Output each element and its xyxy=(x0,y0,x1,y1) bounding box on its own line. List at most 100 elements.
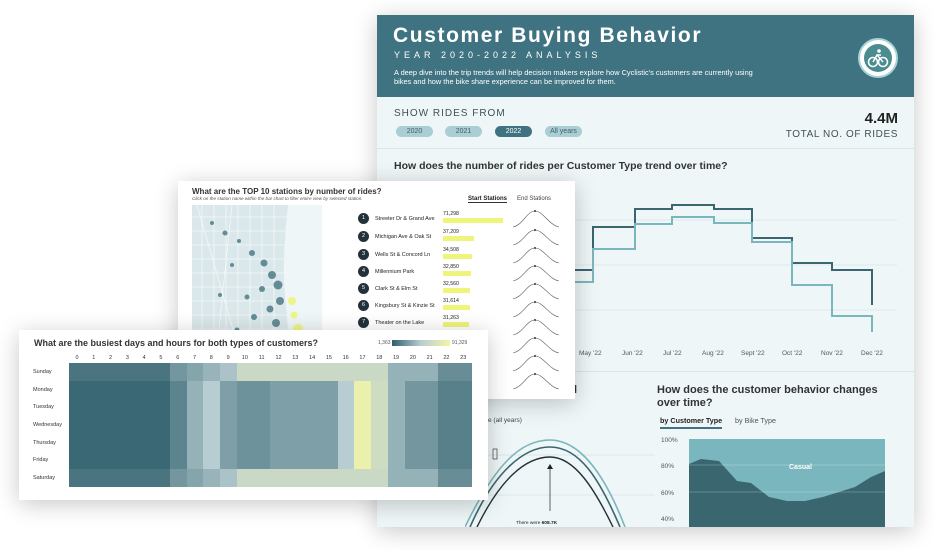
heatmap-cell[interactable] xyxy=(136,451,153,470)
heatmap-cell[interactable] xyxy=(69,380,86,399)
heatmap-cell[interactable] xyxy=(404,469,422,487)
heatmap-cell[interactable] xyxy=(337,416,355,434)
heatmap-cell[interactable] xyxy=(136,433,153,452)
heatmap-cell[interactable] xyxy=(455,380,472,399)
station-bar[interactable] xyxy=(443,218,503,223)
heatmap-cell[interactable] xyxy=(287,398,305,417)
station-bar[interactable] xyxy=(443,288,470,293)
heatmap-cell[interactable] xyxy=(119,416,137,434)
heatmap-cell[interactable] xyxy=(270,398,288,417)
heatmap-cell[interactable] xyxy=(186,398,204,417)
heatmap-cell[interactable] xyxy=(320,469,338,487)
heatmap-cell[interactable] xyxy=(421,363,439,381)
heatmap-cell[interactable] xyxy=(354,398,372,417)
heatmap-cell[interactable] xyxy=(270,416,288,434)
heatmap-cell[interactable] xyxy=(119,433,137,452)
heatmap-cell[interactable] xyxy=(186,380,204,399)
heatmap-cell[interactable] xyxy=(119,469,137,487)
heatmap-cell[interactable] xyxy=(354,380,372,399)
heatmap-cell[interactable] xyxy=(220,398,237,417)
heatmap-cell[interactable] xyxy=(69,398,86,417)
heatmap-cell[interactable] xyxy=(304,451,321,470)
heatmap-cell[interactable] xyxy=(203,398,221,417)
heatmap-cell[interactable] xyxy=(337,451,355,470)
heatmap-cell[interactable] xyxy=(169,469,187,487)
heatmap-cell[interactable] xyxy=(186,416,204,434)
heatmap-cell[interactable] xyxy=(236,433,254,452)
heatmap-cell[interactable] xyxy=(236,416,254,434)
heatmap-cell[interactable] xyxy=(287,451,305,470)
heatmap-cell[interactable] xyxy=(354,363,372,381)
heatmap-cell[interactable] xyxy=(152,433,170,452)
heatmap-cell[interactable] xyxy=(388,398,405,417)
heatmap-cell[interactable] xyxy=(69,433,86,452)
heatmap-cell[interactable] xyxy=(270,380,288,399)
heatmap-cell[interactable] xyxy=(404,451,422,470)
heatmap-cell[interactable] xyxy=(236,380,254,399)
heatmap-cell[interactable] xyxy=(85,416,103,434)
tab-by-bike-type[interactable]: by Bike Type xyxy=(735,416,776,425)
heatmap-cell[interactable] xyxy=(85,363,103,381)
heatmap-cell[interactable] xyxy=(203,469,221,487)
tab-start-stations[interactable]: Start Stations xyxy=(468,196,508,203)
year-filter-2021[interactable]: 2021 xyxy=(445,126,482,137)
heatmap-cell[interactable] xyxy=(320,398,338,417)
heatmap-cell[interactable] xyxy=(203,380,221,399)
heatmap-cell[interactable] xyxy=(186,363,204,381)
heatmap-cell[interactable] xyxy=(438,451,456,470)
heatmap-cell[interactable] xyxy=(220,363,237,381)
heatmap-cell[interactable] xyxy=(69,469,86,487)
heatmap-cell[interactable] xyxy=(102,398,120,417)
heatmap-cell[interactable] xyxy=(85,469,103,487)
heatmap-cell[interactable] xyxy=(152,363,170,381)
heatmap-cell[interactable] xyxy=(455,363,472,381)
heatmap-cell[interactable] xyxy=(220,380,237,399)
heatmap-cell[interactable] xyxy=(320,416,338,434)
heatmap-cell[interactable] xyxy=(455,416,472,434)
heatmap-cell[interactable] xyxy=(102,380,120,399)
heatmap-cell[interactable] xyxy=(287,469,305,487)
heatmap-cell[interactable] xyxy=(203,363,221,381)
heatmap-cell[interactable] xyxy=(102,433,120,452)
heatmap-cell[interactable] xyxy=(69,451,86,470)
heatmap-cell[interactable] xyxy=(438,363,456,381)
heatmap-cell[interactable] xyxy=(421,380,439,399)
heatmap-cell[interactable] xyxy=(270,363,288,381)
station-bar[interactable] xyxy=(443,254,472,259)
heatmap-cell[interactable] xyxy=(388,451,405,470)
heatmap-cell[interactable] xyxy=(337,380,355,399)
heatmap-cell[interactable] xyxy=(438,469,456,487)
heatmap-cell[interactable] xyxy=(169,451,187,470)
heatmap-cell[interactable] xyxy=(169,398,187,417)
station-bar[interactable] xyxy=(443,305,470,310)
heatmap-cell[interactable] xyxy=(220,469,237,487)
heatmap-cell[interactable] xyxy=(388,363,405,381)
heatmap-cell[interactable] xyxy=(102,451,120,470)
heatmap-cell[interactable] xyxy=(438,398,456,417)
heatmap-cell[interactable] xyxy=(337,469,355,487)
heatmap-cell[interactable] xyxy=(85,433,103,452)
heatmap-cell[interactable] xyxy=(354,451,372,470)
heatmap-cell[interactable] xyxy=(438,433,456,452)
heatmap-cell[interactable] xyxy=(220,433,237,452)
heatmap-cell[interactable] xyxy=(136,380,153,399)
heatmap-cell[interactable] xyxy=(304,416,321,434)
station-bar[interactable] xyxy=(443,271,471,276)
heatmap-cell[interactable] xyxy=(421,416,439,434)
heatmap-cell[interactable] xyxy=(287,380,305,399)
station-name[interactable]: Kingsbury St & Kinzie St xyxy=(375,303,435,309)
heatmap-cell[interactable] xyxy=(421,469,439,487)
heatmap-cell[interactable] xyxy=(203,451,221,470)
heatmap-cell[interactable] xyxy=(304,398,321,417)
heatmap-cell[interactable] xyxy=(253,363,271,381)
heatmap-cell[interactable] xyxy=(102,469,120,487)
heatmap-cell[interactable] xyxy=(169,433,187,452)
heatmap-cell[interactable] xyxy=(119,380,137,399)
heatmap-cell[interactable] xyxy=(253,433,271,452)
heatmap-cell[interactable] xyxy=(337,433,355,452)
heatmap-cell[interactable] xyxy=(152,451,170,470)
heatmap-cell[interactable] xyxy=(287,416,305,434)
year-filter-2022[interactable]: 2022 xyxy=(495,126,532,137)
heatmap-cell[interactable] xyxy=(85,451,103,470)
heatmap-cell[interactable] xyxy=(371,469,389,487)
